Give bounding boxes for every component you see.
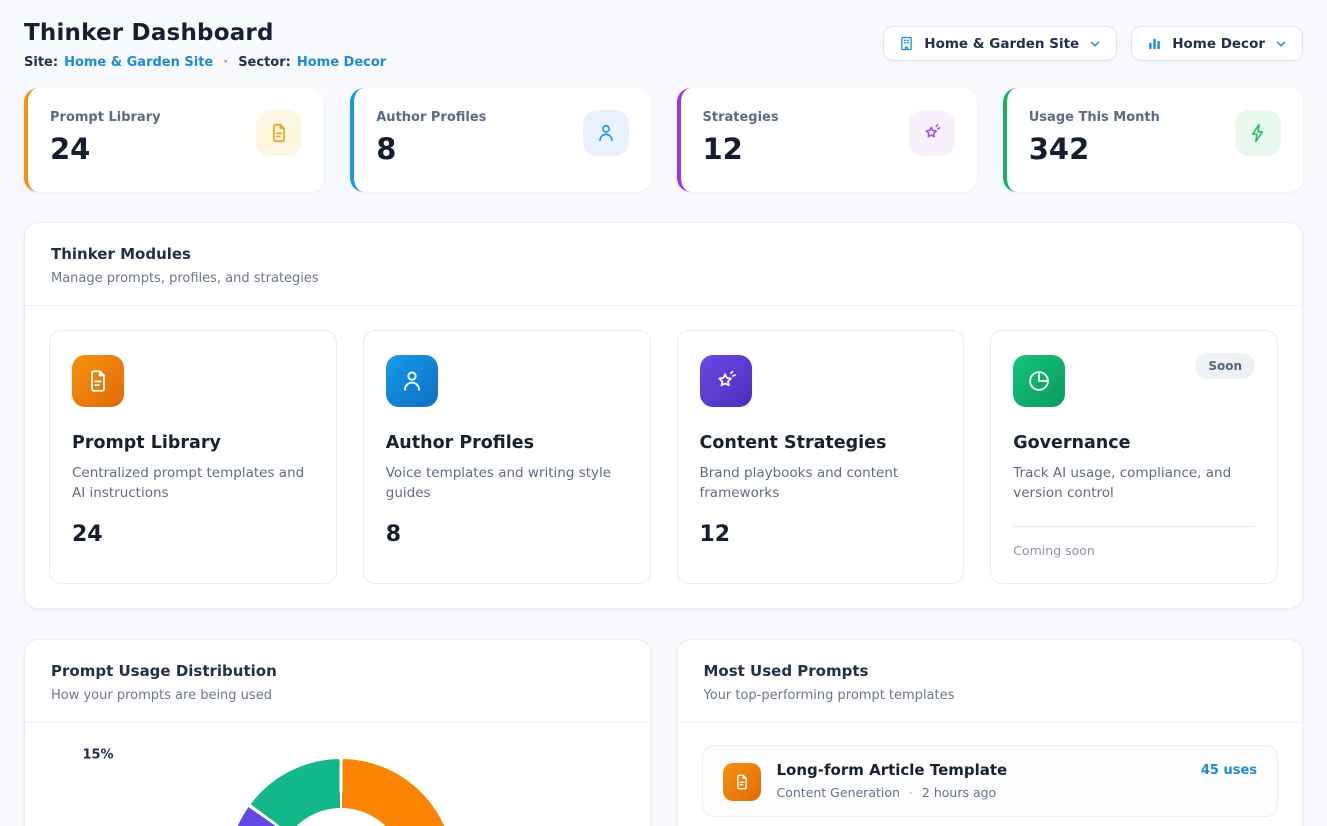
most-used-prompts-card: Most Used Prompts Your top-performing pr… [677, 639, 1304, 826]
site-link[interactable]: Home & Garden Site [64, 55, 213, 70]
building-icon [898, 35, 915, 52]
module-count: 12 [700, 522, 942, 547]
chevron-down-icon [1274, 37, 1288, 51]
stat-card-usage: Usage This Month 342 [1003, 88, 1303, 192]
usage-card-title: Prompt Usage Distribution [51, 662, 624, 680]
chevron-down-icon [1088, 37, 1102, 51]
prompts-card-header: Most Used Prompts Your top-performing pr… [678, 640, 1303, 723]
module-title: Content Strategies [700, 433, 942, 453]
prompts-card-title: Most Used Prompts [704, 662, 1277, 680]
stat-card-prompt-library: Prompt Library 24 [24, 88, 324, 192]
module-card-governance[interactable]: Soon Governance Track AI usage, complian… [990, 330, 1278, 584]
stat-label: Strategies [703, 110, 779, 125]
module-description: Centralized prompt templates and AI inst… [72, 463, 314, 504]
module-description: Track AI usage, compliance, and version … [1013, 463, 1255, 504]
prompt-usage-card: Prompt Usage Distribution How your promp… [24, 639, 651, 826]
stat-label: Prompt Library [50, 110, 161, 125]
prompts-list: Long-form Article Template Content Gener… [678, 723, 1303, 826]
star-icon [700, 355, 752, 407]
sector-selector-label: Home Decor [1172, 36, 1265, 52]
sector-label: Sector: [238, 55, 291, 70]
module-description: Voice templates and writing style guides [386, 463, 628, 504]
sector-selector-dropdown[interactable]: Home Decor [1131, 26, 1303, 61]
document-icon [723, 763, 761, 801]
page-header: Thinker Dashboard Site: Home & Garden Si… [24, 20, 1303, 70]
modules-title: Thinker Modules [51, 245, 1276, 263]
user-icon [583, 110, 629, 156]
prompt-list-item[interactable]: Long-form Article Template Content Gener… [702, 745, 1279, 817]
donut-chart-area: 15% [25, 723, 650, 826]
coming-soon-text: Coming soon [1013, 543, 1255, 558]
bottom-row: Prompt Usage Distribution How your promp… [24, 639, 1303, 826]
module-description: Brand playbooks and content frameworks [700, 463, 942, 504]
prompt-item-meta: Content Generation · 2 hours ago [777, 785, 1008, 800]
stats-row: Prompt Library 24 Author Profiles 8 Stra… [24, 88, 1303, 192]
stat-card-author-profiles: Author Profiles 8 [350, 88, 650, 192]
stat-label: Author Profiles [376, 110, 486, 125]
stat-value: 12 [703, 132, 779, 166]
usage-donut [228, 759, 454, 826]
dashboard-page: Thinker Dashboard Site: Home & Garden Si… [0, 0, 1327, 826]
usage-card-header: Prompt Usage Distribution How your promp… [25, 640, 650, 723]
header-selectors: Home & Garden Site Home Decor [883, 26, 1303, 61]
usage-card-subtitle: How your prompts are being used [51, 688, 624, 703]
module-title: Prompt Library [72, 433, 314, 453]
module-title: Author Profiles [386, 433, 628, 453]
prompt-item-title: Long-form Article Template [777, 761, 1008, 779]
prompt-item-uses: 45 uses [1201, 763, 1257, 778]
lightning-icon [1235, 110, 1281, 156]
star-icon [909, 110, 955, 156]
module-count: 24 [72, 522, 314, 547]
document-icon [256, 110, 302, 156]
site-selector-label: Home & Garden Site [924, 36, 1079, 52]
divider [1013, 526, 1255, 527]
soon-badge: Soon [1195, 353, 1255, 379]
module-card-author-profiles[interactable]: Author Profiles Voice templates and writ… [363, 330, 651, 584]
module-card-content-strategies[interactable]: Content Strategies Brand playbooks and c… [677, 330, 965, 584]
stat-value: 8 [376, 132, 486, 166]
site-selector-dropdown[interactable]: Home & Garden Site [883, 26, 1117, 61]
module-title: Governance [1013, 433, 1255, 453]
module-card-prompt-library[interactable]: Prompt Library Centralized prompt templa… [49, 330, 337, 584]
modules-subtitle: Manage prompts, profiles, and strategies [51, 271, 1276, 286]
donut-slice-label: 15% [82, 748, 113, 763]
user-icon [386, 355, 438, 407]
prompt-item-category: Content Generation [777, 785, 900, 800]
header-left: Thinker Dashboard Site: Home & Garden Si… [24, 20, 386, 70]
pie-chart-icon [1013, 355, 1065, 407]
modules-card-header: Thinker Modules Manage prompts, profiles… [25, 223, 1302, 306]
thinker-modules-card: Thinker Modules Manage prompts, profiles… [24, 222, 1303, 609]
document-icon [72, 355, 124, 407]
prompt-item-time: 2 hours ago [922, 785, 996, 800]
separator-dot: · [223, 55, 228, 70]
prompts-card-subtitle: Your top-performing prompt templates [704, 688, 1277, 703]
separator-dot: · [909, 785, 913, 800]
page-title: Thinker Dashboard [24, 20, 386, 46]
stat-card-strategies: Strategies 12 [677, 88, 977, 192]
bar-chart-icon [1146, 35, 1163, 52]
stat-value: 342 [1029, 132, 1160, 166]
sector-link[interactable]: Home Decor [297, 55, 386, 70]
stat-label: Usage This Month [1029, 110, 1160, 125]
site-sector-line: Site: Home & Garden Site · Sector: Home … [24, 55, 386, 70]
site-label: Site: [24, 55, 58, 70]
module-count: 8 [386, 522, 628, 547]
stat-value: 24 [50, 132, 161, 166]
modules-grid: Prompt Library Centralized prompt templa… [25, 306, 1302, 608]
